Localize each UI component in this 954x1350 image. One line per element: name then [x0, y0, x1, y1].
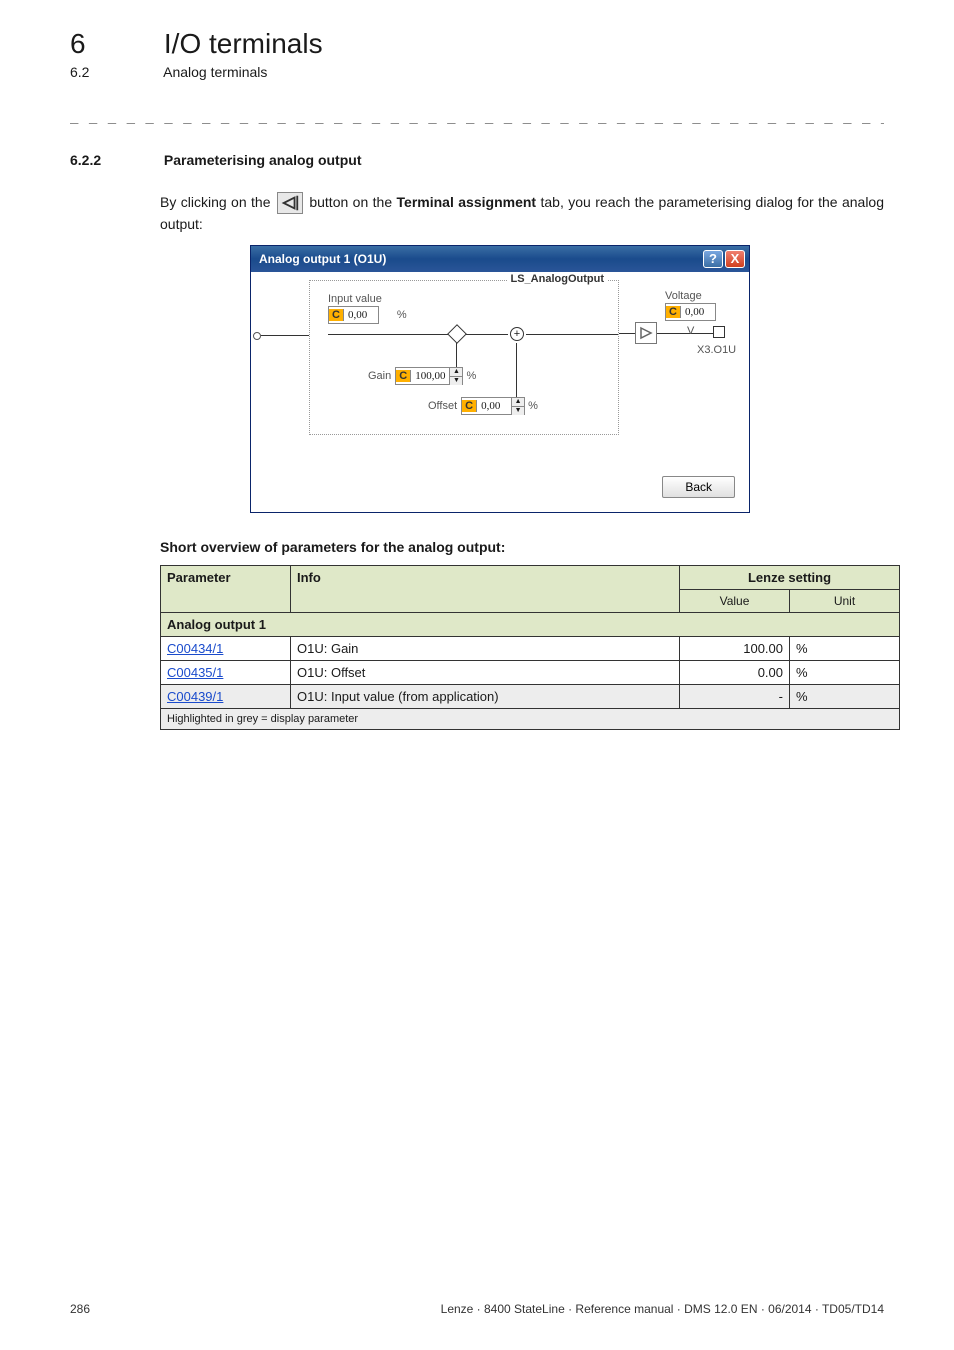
sum-icon: + — [510, 327, 524, 341]
voltage-field[interactable]: C0,00 — [665, 303, 716, 321]
input-value: 0,00 — [344, 309, 378, 321]
param-info: O1U: Gain — [291, 636, 680, 660]
param-link[interactable]: C00435/1 — [167, 665, 223, 680]
close-button[interactable]: X — [725, 250, 745, 268]
th-unit: Unit — [790, 589, 900, 612]
gain-unit: % — [466, 370, 476, 382]
port-left — [253, 332, 261, 340]
group-cell: Analog output 1 — [161, 612, 900, 636]
table-row: C00434/1 O1U: Gain 100.00 % — [161, 636, 900, 660]
th-info: Info — [291, 565, 680, 612]
offset-unit: % — [528, 400, 538, 412]
intro-paragraph: By clicking on the button on the Termina… — [160, 192, 884, 235]
param-unit: % — [790, 636, 900, 660]
gain-field[interactable]: C100,00 — [395, 367, 450, 385]
section-number: 6.2 — [70, 64, 160, 80]
terminal-label: X3.O1U — [697, 344, 736, 356]
input-value-label: Input value — [328, 293, 407, 305]
gain-label: Gain — [368, 370, 391, 382]
chapter-title: I/O terminals — [164, 28, 323, 59]
offset-value: 0,00 — [477, 400, 511, 412]
th-lenze: Lenze setting — [680, 565, 900, 589]
intro-bold: Terminal assignment — [397, 194, 537, 210]
help-button[interactable]: ? — [703, 250, 723, 268]
intro-before: By clicking on the — [160, 194, 275, 210]
param-link[interactable]: C00434/1 — [167, 641, 223, 656]
back-button[interactable]: Back — [662, 476, 735, 498]
output-arrow-icon — [277, 192, 303, 214]
voltage-value: 0,00 — [681, 306, 715, 318]
offset-field[interactable]: C0,00 — [461, 397, 512, 415]
param-info: O1U: Offset — [291, 660, 680, 684]
param-value: 0.00 — [680, 660, 790, 684]
terminal-port — [713, 326, 725, 338]
analog-output-dialog: Analog output 1 (O1U) ? X LS_AnalogOutpu… — [250, 245, 750, 513]
table-row: C00435/1 O1U: Offset 0.00 % — [161, 660, 900, 684]
param-value: 100.00 — [680, 636, 790, 660]
subsection-title: Parameterising analog output — [164, 152, 362, 168]
param-table: Parameter Info Lenze setting Value Unit … — [160, 565, 900, 730]
output-amp-icon — [635, 322, 657, 344]
param-link[interactable]: C00439/1 — [167, 689, 223, 704]
th-parameter: Parameter — [161, 565, 291, 612]
table-row: C00439/1 O1U: Input value (from applicat… — [161, 684, 900, 708]
param-info: O1U: Input value (from application) — [291, 684, 680, 708]
section-title: Analog terminals — [163, 64, 267, 80]
multiply-icon — [447, 324, 467, 344]
voltage-label: Voltage — [665, 290, 749, 302]
group-label: LS_AnalogOutput — [507, 273, 609, 285]
offset-stepper[interactable]: ▲▼ — [511, 397, 525, 415]
gain-stepper[interactable]: ▲▼ — [449, 367, 463, 385]
dialog-title: Analog output 1 (O1U) — [259, 252, 386, 266]
intro-mid: button on the — [309, 194, 396, 210]
table-footnote: Highlighted in grey = display parameter — [161, 708, 900, 729]
separator: _ _ _ _ _ _ _ _ _ _ _ _ _ _ _ _ _ _ _ _ … — [70, 108, 884, 124]
input-unit: % — [397, 309, 407, 321]
param-unit: % — [790, 684, 900, 708]
param-overview-heading: Short overview of parameters for the ana… — [160, 539, 884, 555]
analog-output-group: LS_AnalogOutput Input value C0,00 % Gain… — [309, 280, 619, 435]
input-value-field[interactable]: C0,00 — [328, 306, 379, 324]
param-value: - — [680, 684, 790, 708]
dialog-titlebar[interactable]: Analog output 1 (O1U) ? X — [251, 246, 749, 272]
offset-label: Offset — [428, 400, 457, 412]
page-number: 286 — [70, 1302, 90, 1316]
chapter-number: 6 — [70, 28, 160, 60]
param-unit: % — [790, 660, 900, 684]
footer-ref: Lenze · 8400 StateLine · Reference manua… — [441, 1302, 884, 1316]
subsection-number: 6.2.2 — [70, 152, 160, 168]
th-value: Value — [680, 589, 790, 612]
voltage-unit: V — [687, 325, 694, 337]
gain-value: 100,00 — [411, 370, 449, 382]
